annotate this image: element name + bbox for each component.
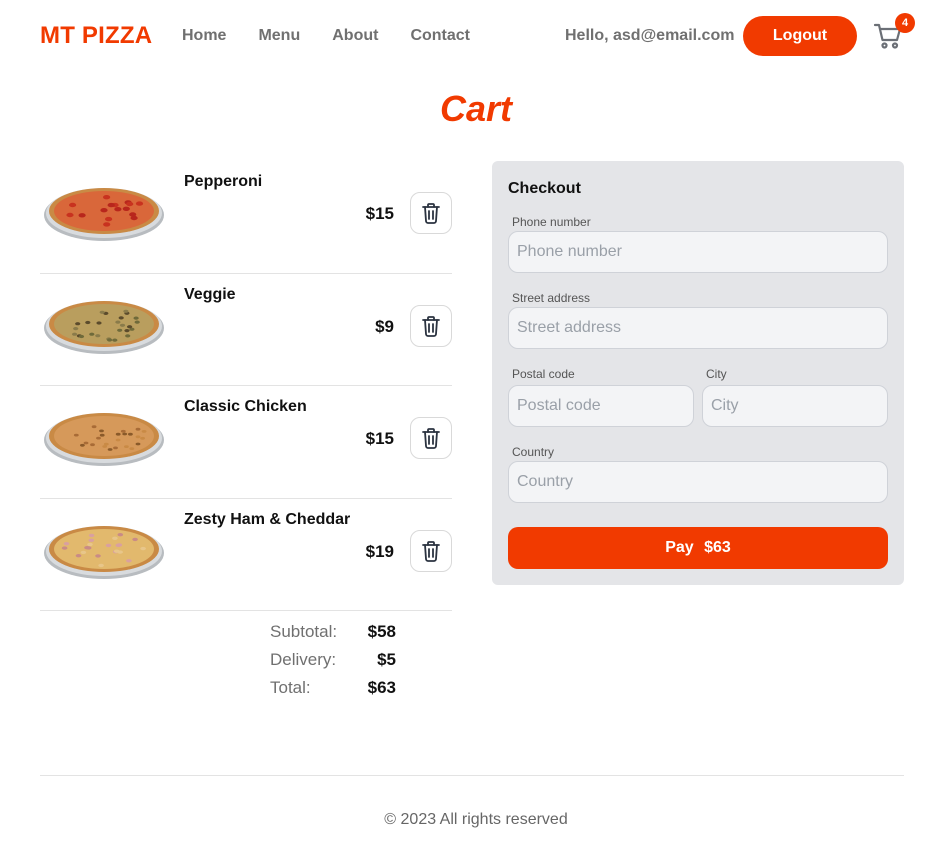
postal-code-label: Postal code — [512, 367, 575, 381]
delivery-row: Delivery: $5 — [270, 650, 400, 678]
pay-button[interactable]: Pay $63 — [508, 527, 888, 569]
city-input[interactable] — [702, 385, 888, 427]
pizza-veggie-image — [44, 300, 164, 354]
cart-item-list: Pepperoni $15 Veggie $9 Classic Chicken … — [40, 161, 452, 611]
subtotal-row: Subtotal: $58 — [270, 622, 400, 650]
order-totals: Subtotal: $58 Delivery: $5 Total: $63 — [270, 622, 400, 706]
nav-about-link[interactable]: About — [332, 27, 378, 45]
delivery-label: Delivery: — [270, 650, 337, 669]
total-label: Total: — [270, 678, 311, 697]
footer-copyright: © 2023 All rights reserved — [384, 811, 568, 828]
pay-amount: $63 — [704, 539, 731, 556]
postal-code-input[interactable] — [508, 385, 694, 427]
pay-label: Pay — [665, 539, 694, 556]
phone-number-input[interactable] — [508, 231, 888, 273]
cart-item-price: $15 — [365, 204, 394, 223]
remove-item-button[interactable] — [410, 192, 452, 234]
trash-icon — [422, 540, 440, 562]
delivery-value: $5 — [377, 650, 396, 669]
subtotal-value: $58 — [367, 622, 396, 641]
cart-item-price: $15 — [365, 429, 394, 448]
trash-icon — [422, 203, 440, 224]
phone-label: Phone number — [512, 215, 591, 229]
logout-button[interactable]: Logout — [743, 16, 857, 56]
street-address-input[interactable] — [508, 307, 888, 349]
main-nav: Home Menu About Contact — [182, 27, 502, 45]
cart-item-name: Zesty Ham & Cheddar — [184, 510, 351, 528]
checkout-title: Checkout — [508, 180, 581, 197]
pizza-chicken-image — [44, 413, 164, 466]
footer-divider — [40, 775, 904, 776]
trash-icon — [422, 428, 440, 449]
trash-icon — [422, 315, 440, 337]
site-header: MT PIZZA Home Menu About Contact Hello, … — [0, 0, 952, 72]
subtotal-label: Subtotal: — [270, 622, 338, 641]
remove-item-button[interactable] — [410, 529, 452, 572]
country-label: Country — [512, 445, 555, 459]
user-greeting: Hello, asd@email.com — [565, 27, 735, 44]
nav-menu-link[interactable]: Menu — [258, 27, 300, 45]
total-row: Total: $63 — [270, 678, 400, 706]
pizza-ham-image — [44, 525, 164, 579]
cart-item-price: $19 — [365, 541, 394, 561]
remove-item-button[interactable] — [410, 304, 452, 347]
cart-item: Veggie $9 — [40, 274, 452, 386]
site-logo[interactable]: MT PIZZA — [40, 22, 152, 50]
country-input[interactable] — [508, 461, 888, 503]
page-title: Cart — [439, 88, 513, 129]
cart-item: Pepperoni $15 — [40, 161, 452, 274]
nav-contact-link[interactable]: Contact — [410, 27, 470, 45]
checkout-panel: Checkout Phone number Street address Pos… — [492, 161, 904, 585]
remove-item-button[interactable] — [410, 417, 452, 459]
total-value: $63 — [367, 678, 396, 697]
cart-item: Zesty Ham & Cheddar $19 — [40, 499, 452, 611]
cart-count-badge: 4 — [895, 13, 915, 33]
city-label: City — [706, 367, 727, 381]
cart-item: Classic Chicken $15 — [40, 386, 452, 499]
cart-button[interactable]: 4 — [873, 13, 915, 52]
nav-home-link[interactable]: Home — [182, 27, 226, 45]
cart-item-name: Veggie — [184, 285, 236, 303]
cart-item-name: Classic Chicken — [184, 398, 307, 415]
cart-item-name: Pepperoni — [184, 173, 263, 190]
cart-item-price: $9 — [375, 316, 394, 336]
street-label: Street address — [512, 291, 591, 305]
pizza-pepperoni-image — [44, 188, 164, 241]
